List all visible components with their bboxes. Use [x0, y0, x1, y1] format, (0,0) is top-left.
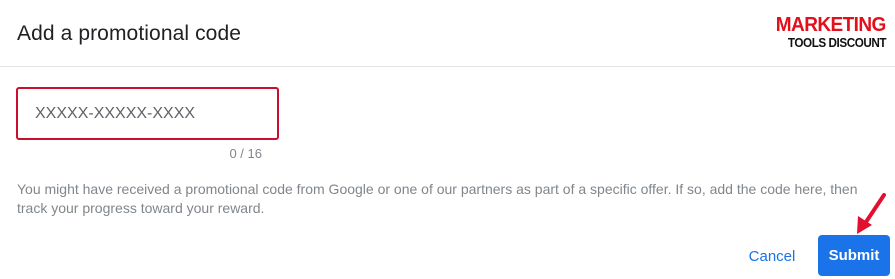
promo-code-input[interactable]	[18, 89, 277, 138]
promo-code-dialog: Add a promotional code MARKETING TOOLS D…	[0, 0, 895, 279]
logo-line-1: MARKETING	[776, 14, 887, 36]
promo-code-field[interactable]	[16, 87, 279, 140]
dialog-header: Add a promotional code MARKETING TOOLS D…	[0, 0, 895, 67]
logo-line-2: TOOLS DISCOUNT	[787, 35, 887, 50]
submit-button[interactable]: Submit	[818, 235, 890, 276]
promo-info-text: You might have received a promotional co…	[17, 181, 858, 216]
red-arrow-icon	[857, 193, 886, 234]
cancel-button[interactable]: Cancel	[734, 236, 810, 276]
dialog-title: Add a promotional code	[17, 22, 242, 45]
marketing-tools-discount-logo: MARKETING TOOLS DISCOUNT	[766, 14, 888, 54]
character-counter: 0 / 16	[229, 146, 262, 161]
